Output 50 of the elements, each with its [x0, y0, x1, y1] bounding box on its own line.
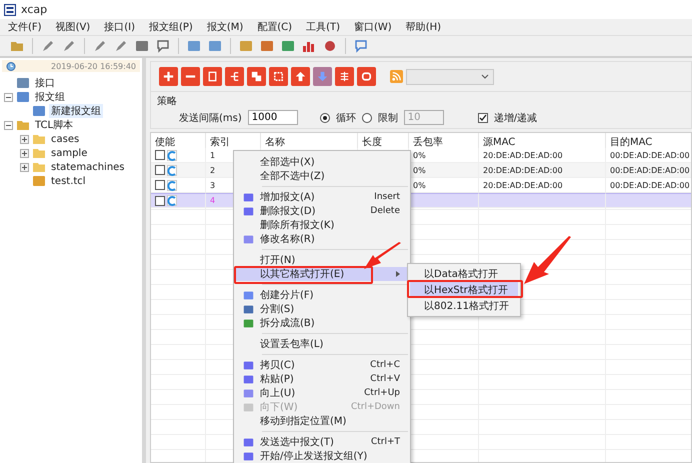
menu-item[interactable]: 删除所有报文(K): [236, 218, 408, 232]
menu-item[interactable]: 帮助(H): [406, 20, 442, 34]
menu-item[interactable]: 报文组(P): [148, 20, 193, 34]
menu-item[interactable]: 以其它格式打开(E): [236, 267, 408, 281]
table-cell: 00:DE:AD:DE:AD:00: [606, 178, 691, 193]
tree-item[interactable]: statemachines: [49, 162, 127, 172]
table-cell: 20:DE:AD:DE:AD:00: [479, 178, 606, 193]
menu-item[interactable]: 创建分片(F): [236, 288, 408, 302]
menu-item[interactable]: 文件(F): [8, 20, 42, 34]
menu-item[interactable]: 打开(N): [236, 253, 408, 267]
menu-item[interactable]: 拷贝(C) Ctrl+C: [236, 358, 408, 372]
field-label: 发送间隔(ms): [179, 112, 242, 124]
tree-item[interactable]: sample: [49, 148, 90, 158]
table-cell: 20:DE:AD:DE:AD:00: [479, 148, 606, 163]
menu-item[interactable]: 粘贴(P) Ctrl+V: [236, 372, 408, 386]
tree-item[interactable]: cases: [49, 134, 82, 144]
menu-item[interactable]: 报文(M): [206, 20, 244, 34]
radio-label: 限制: [378, 112, 398, 124]
menu-item[interactable]: 发送选中报文(T) Ctrl+T: [236, 435, 408, 449]
menu-item[interactable]: 以Data格式打开: [410, 266, 518, 282]
tree-item[interactable]: TCL脚本: [33, 118, 76, 132]
table-cell: 20:DE:AD:DE:AD:00: [479, 163, 606, 178]
menu-item[interactable]: 接口(I): [104, 20, 135, 34]
menu-item[interactable]: 配置(C): [257, 20, 292, 34]
menu-item[interactable]: 分割(S): [236, 302, 408, 316]
interval-field[interactable]: 1000: [248, 110, 298, 125]
menu-item[interactable]: 修改名称(R): [236, 232, 408, 246]
tree-item[interactable]: 新建报文组: [49, 104, 103, 118]
table-cell: 0%: [409, 148, 479, 163]
menu-item[interactable]: 拆分成流(B): [236, 316, 408, 330]
tree-item[interactable]: test.tcl: [49, 176, 88, 186]
menu-item[interactable]: 以802.11格式打开: [410, 298, 518, 314]
table-cell: 0%: [409, 178, 479, 193]
checkbox-label: 递增/递减: [494, 112, 538, 124]
timestamp: 2019-06-20 16:59:40: [51, 62, 136, 70]
menu-item[interactable]: 开始/停止发送报文组(Y): [236, 449, 408, 463]
tree-item[interactable]: 报文组: [33, 90, 67, 104]
menu-item[interactable]: 向上(U) Ctrl+Up: [236, 386, 408, 400]
menu-item[interactable]: 设置丢包率(L): [236, 337, 408, 351]
group-legend: 策略: [157, 94, 685, 108]
menu-item[interactable]: 移动到指定位置(M): [236, 414, 408, 428]
tree-item[interactable]: 接口: [33, 76, 57, 90]
window-title: xcap: [21, 3, 48, 16]
table-cell: 00:DE:AD:DE:AD:00: [606, 148, 691, 163]
radio-label: 循环: [336, 112, 356, 124]
table-cell: 00:DE:AD:DE:AD:00: [606, 163, 691, 178]
table-cell: 0%: [409, 163, 479, 178]
menu-item[interactable]: 工具(T): [306, 20, 340, 34]
menu-item[interactable]: 视图(V): [56, 20, 90, 34]
menu-item[interactable]: 窗口(W): [354, 20, 392, 34]
